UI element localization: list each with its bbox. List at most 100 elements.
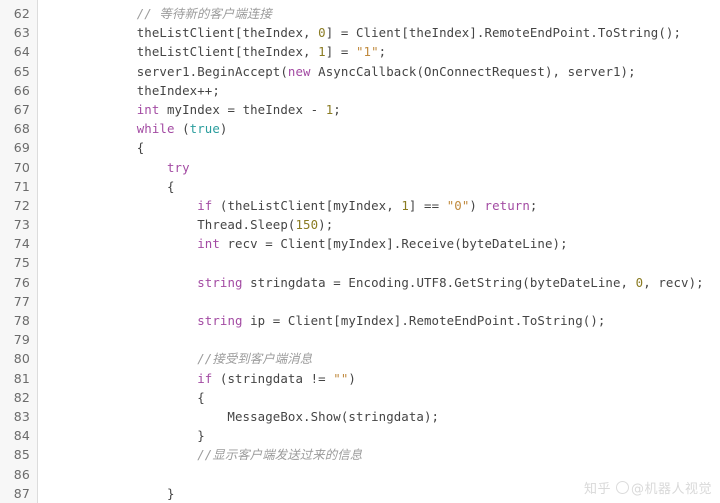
line-number: 63 xyxy=(13,25,30,41)
code-viewer: 62 63 64 65 66 67 68 69 70 71 72 73 74 75 76 77 78 79 80 81… xyxy=(0,0,720,503)
line-number: 69 xyxy=(13,140,30,156)
code-line[interactable]: { xyxy=(46,177,720,196)
code-line[interactable]: if (stringdata != "") xyxy=(46,369,720,388)
code-token-plain: } xyxy=(46,428,205,444)
line-number: 67 xyxy=(13,101,30,117)
code-token-plain: server1.BeginAccept( xyxy=(46,63,288,79)
code-line[interactable]: MessageBox.Show(stringdata); xyxy=(46,407,720,426)
line-number: 65 xyxy=(13,63,30,79)
line-number: 78 xyxy=(13,313,30,328)
code-line[interactable]: theIndex++; xyxy=(46,81,720,100)
line-number: 64 xyxy=(13,44,30,60)
code-line[interactable] xyxy=(46,292,720,311)
code-token-plain: ] == xyxy=(408,197,447,213)
code-token-keyword: try xyxy=(166,159,190,175)
line-number: 86 xyxy=(13,466,30,482)
code-line[interactable] xyxy=(46,330,720,349)
code-token-number: 150 xyxy=(295,217,319,233)
code-token-plain: ( xyxy=(174,121,190,137)
code-token-plain: ) xyxy=(348,370,356,386)
code-token-keyword: new xyxy=(287,63,311,79)
line-number: 75 xyxy=(13,255,30,271)
code-token-plain: (stringdata != xyxy=(212,370,334,386)
line-number: 85 xyxy=(13,447,30,463)
code-token-plain: { xyxy=(46,140,145,156)
code-token-keyword: if xyxy=(197,197,213,213)
code-token-plain: theListClient[theIndex, xyxy=(46,25,319,41)
code-line[interactable]: } xyxy=(46,484,720,503)
code-line[interactable]: server1.BeginAccept(new AsyncCallback(On… xyxy=(46,62,720,81)
code-token-plain: ; xyxy=(333,101,341,117)
code-token-literal: true xyxy=(189,121,220,137)
code-line[interactable]: { xyxy=(46,138,720,157)
code-token-plain: ] = Client[theIndex].RemoteEndPoint.ToSt… xyxy=(325,25,682,41)
line-number: 68 xyxy=(13,121,30,137)
code-token-comment: //接受到客户端消息 xyxy=(197,351,313,367)
code-line[interactable]: if (theListClient[myIndex, 1] == "0") re… xyxy=(46,196,720,215)
code-token-plain: ip = Client[myIndex].RemoteEndPoint.ToSt… xyxy=(242,313,606,328)
code-token-plain: { xyxy=(46,389,205,405)
line-number: 83 xyxy=(13,408,30,424)
line-number: 84 xyxy=(13,428,30,444)
code-token-plain: ; xyxy=(378,44,387,60)
code-line[interactable]: try xyxy=(46,158,720,177)
code-line[interactable] xyxy=(46,465,720,484)
code-token-keyword: while xyxy=(136,121,175,137)
line-number: 72 xyxy=(13,197,30,213)
code-token-plain: { xyxy=(46,178,175,194)
code-token-plain: theIndex++; xyxy=(46,82,220,98)
code-line[interactable]: int recv = Client[myIndex].Receive(byteD… xyxy=(46,234,720,253)
line-number: 87 xyxy=(13,485,30,501)
line-number: 80 xyxy=(13,351,30,367)
code-content-area[interactable]: // 等待新的客户端连接 theListClient[theIndex, 0] … xyxy=(38,0,720,503)
line-number: 71 xyxy=(13,178,30,194)
line-number: 79 xyxy=(13,332,30,348)
line-number: 62 xyxy=(13,6,30,21)
line-number: 73 xyxy=(13,217,30,233)
code-token-plain: myIndex = theIndex - xyxy=(159,101,326,117)
code-token-type: int xyxy=(197,236,220,252)
code-line[interactable]: string ip = Client[myIndex].RemoteEndPoi… xyxy=(46,311,720,330)
code-line[interactable]: //接受到客户端消息 xyxy=(46,349,720,368)
line-number: 74 xyxy=(13,236,30,252)
code-token-number: 0 xyxy=(318,25,326,41)
code-token-plain: , recv); xyxy=(643,274,704,290)
code-token-type: string xyxy=(197,274,243,290)
code-token-plain: ] = xyxy=(325,44,356,60)
code-line[interactable]: Thread.Sleep(150); xyxy=(46,215,720,234)
code-token-type: string xyxy=(197,313,243,328)
code-line[interactable]: string stringdata = Encoding.UTF8.GetStr… xyxy=(46,273,720,292)
code-line[interactable]: theListClient[theIndex, 1] = "1"; xyxy=(46,42,720,61)
line-number: 70 xyxy=(13,159,30,175)
code-line[interactable]: //显示客户端发送过来的信息 xyxy=(46,445,720,464)
code-line[interactable]: int myIndex = theIndex - 1; xyxy=(46,100,720,119)
code-token-plain: } xyxy=(46,485,175,501)
code-line[interactable]: // 等待新的客户端连接 xyxy=(46,4,720,23)
code-token-keyword: return xyxy=(484,197,530,213)
code-line[interactable]: } xyxy=(46,426,720,445)
code-token-type: int xyxy=(136,101,160,117)
code-token-keyword: if xyxy=(197,370,213,386)
code-token-plain: (theListClient[myIndex, xyxy=(212,197,402,213)
code-token-comment: //显示客户端发送过来的信息 xyxy=(197,447,363,463)
code-token-plain: ); xyxy=(318,217,334,233)
line-number: 81 xyxy=(13,370,30,386)
code-line[interactable] xyxy=(46,253,720,272)
code-line[interactable]: theListClient[theIndex, 0] = Client[theI… xyxy=(46,23,720,42)
code-token-comment: // 等待新的客户端连接 xyxy=(136,6,272,21)
code-token-plain: AsyncCallback(OnConnectRequest), server1… xyxy=(310,63,636,79)
code-line[interactable]: { xyxy=(46,388,720,407)
code-token-plain: stringdata = Encoding.UTF8.GetString(byt… xyxy=(242,274,636,290)
code-token-plain: theListClient[theIndex, xyxy=(46,44,319,60)
code-token-plain: Thread.Sleep( xyxy=(46,217,296,233)
code-token-plain: ) xyxy=(219,121,228,137)
code-line[interactable]: while (true) xyxy=(46,119,720,138)
